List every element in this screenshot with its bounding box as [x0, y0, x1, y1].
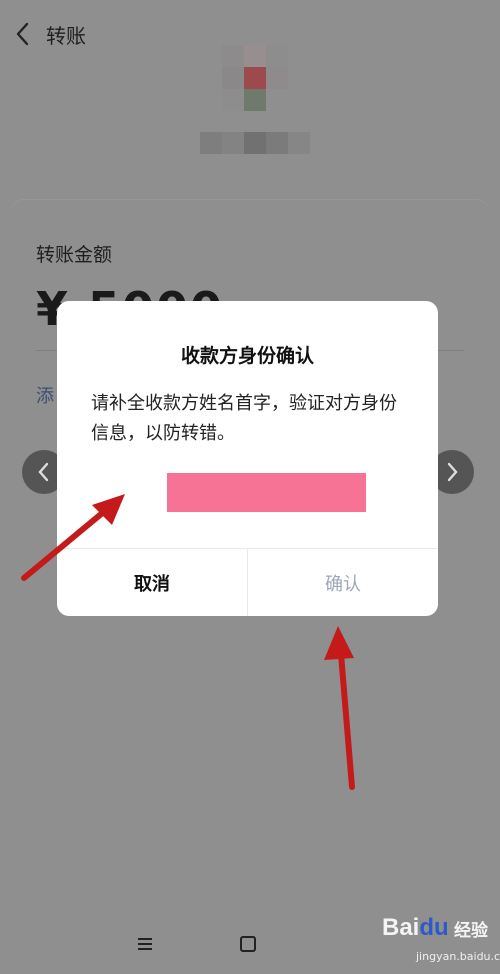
- arrow-to-input-icon: [21, 494, 125, 581]
- annotation-arrows: [21, 494, 355, 790]
- arrow-to-confirm-icon: [324, 626, 355, 790]
